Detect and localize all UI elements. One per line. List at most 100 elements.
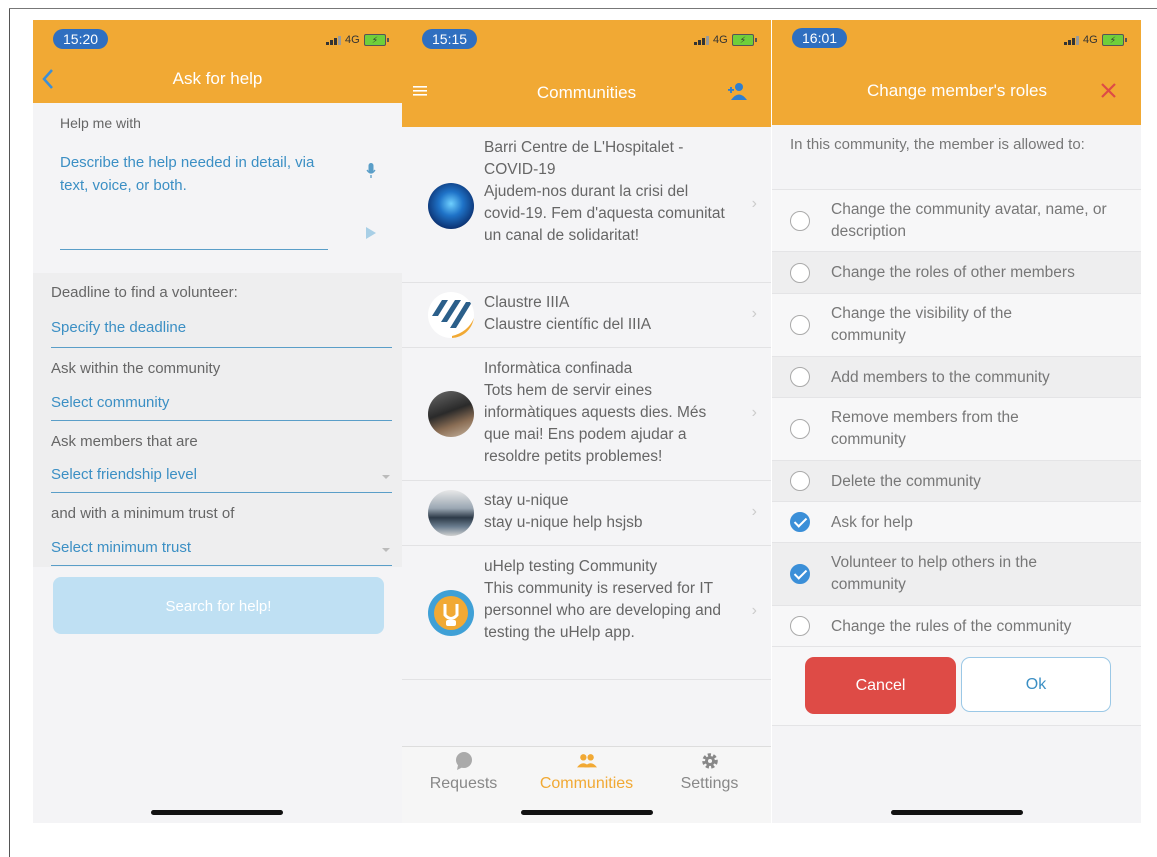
signal-icon — [694, 35, 709, 45]
role-option[interactable]: Delete the community — [772, 460, 1141, 502]
network-label: 4G — [713, 34, 728, 46]
status-time: 15:20 — [53, 29, 109, 49]
community-name: stay u-nique — [484, 492, 569, 509]
community-name: Barri Centre de L'Hospitalet - COVID-19 — [484, 139, 684, 178]
community-avatar — [428, 292, 474, 338]
search-for-help-button[interactable]: Search for help! — [53, 577, 384, 634]
add-user-icon[interactable] — [728, 82, 748, 100]
radio-unchecked[interactable] — [790, 263, 810, 283]
frame-border-left — [9, 8, 10, 857]
role-option[interactable]: Volunteer to help others in the communit… — [772, 542, 1141, 606]
community-item[interactable]: Informàtica confinada Tots hem de servir… — [402, 348, 771, 481]
frame-border-top — [9, 8, 1157, 9]
role-label: Delete the community — [831, 473, 981, 490]
help-underline — [60, 249, 328, 250]
help-label: Help me with — [60, 115, 141, 131]
community-description: stay u-nique help hsjsb — [484, 514, 643, 531]
role-option[interactable]: Change the visibility of the community — [772, 293, 1141, 357]
signal-icon — [1064, 35, 1079, 45]
chevron-down-icon[interactable] — [382, 475, 390, 479]
community-item[interactable]: stay u-nique stay u-nique help hsjsb › — [402, 481, 771, 546]
role-option[interactable]: Change the roles of other members — [772, 251, 1141, 294]
community-name: Claustre IIIA — [484, 294, 570, 311]
friendship-select[interactable]: Select friendship level — [51, 466, 197, 483]
header: 15:15 4G ⚡ Communities — [402, 20, 771, 127]
checkmark-icon[interactable] — [790, 564, 810, 584]
radio-unchecked[interactable] — [790, 471, 810, 491]
phone-change-roles: 16:01 4G ⚡ Change member's roles In this… — [772, 20, 1141, 823]
chevron-down-icon[interactable] — [382, 548, 390, 552]
radio-unchecked[interactable] — [790, 419, 810, 439]
ok-button[interactable]: Ok — [961, 657, 1111, 712]
trust-select[interactable]: Select minimum trust — [51, 539, 191, 556]
community-item[interactable]: Barri Centre de L'Hospitalet - COVID-19 … — [402, 127, 771, 283]
help-textarea[interactable]: Describe the help needed in detail, via … — [60, 151, 320, 197]
gear-icon — [701, 753, 718, 769]
chat-bubbles-icon — [455, 752, 472, 770]
community-text: Barri Centre de L'Hospitalet - COVID-19 … — [484, 137, 729, 247]
page-title: Ask for help — [172, 69, 263, 88]
battery-icon: ⚡ — [1101, 34, 1127, 46]
header: 16:01 4G ⚡ Change member's roles — [772, 20, 1141, 125]
chevron-right-icon: › — [751, 404, 757, 421]
community-description: This community is reserved for IT person… — [484, 580, 721, 641]
community-text: Claustre IIIA Claustre científic del III… — [484, 292, 729, 336]
role-option[interactable]: Add members to the community — [772, 356, 1141, 398]
friendship-underline — [51, 492, 392, 493]
battery-icon: ⚡ — [363, 34, 389, 46]
chevron-right-icon: › — [751, 602, 757, 619]
community-description: Ajudem-nos durant la crisi del covid-19.… — [484, 183, 725, 244]
battery-icon: ⚡ — [731, 34, 757, 46]
home-indicator — [521, 810, 653, 815]
radio-unchecked[interactable] — [790, 211, 810, 231]
chevron-right-icon: › — [751, 195, 757, 212]
community-select[interactable]: Select community — [51, 394, 169, 411]
radio-unchecked[interactable] — [790, 315, 810, 335]
phone-ask-for-help: 15:20 4G ⚡ Ask for help Help me with Des… — [33, 20, 402, 823]
community-avatar — [428, 391, 474, 437]
radio-unchecked[interactable] — [790, 367, 810, 387]
cancel-button[interactable]: Cancel — [805, 657, 956, 714]
community-text: Informàtica confinada Tots hem de servir… — [484, 358, 729, 468]
deadline-input[interactable]: Specify the deadline — [51, 319, 186, 336]
community-underline — [51, 420, 392, 421]
tab-requests[interactable]: Requests — [402, 747, 525, 793]
friendship-label: Ask members that are — [51, 433, 198, 450]
community-description: Tots hem de servir eines informàtiques a… — [484, 382, 707, 465]
radio-unchecked[interactable] — [790, 616, 810, 636]
people-icon — [576, 754, 597, 768]
iiia-logo-icon — [432, 300, 474, 338]
status-indicators: 4G ⚡ — [694, 34, 757, 46]
role-label: Ask for help — [831, 514, 913, 531]
community-description: Claustre científic del IIIA — [484, 316, 652, 333]
role-option[interactable]: Change the community avatar, name, or de… — [772, 189, 1141, 252]
tab-settings[interactable]: Settings — [648, 747, 771, 793]
community-item[interactable]: Claustre IIIA Claustre científic del III… — [402, 283, 771, 348]
tab-label: Communities — [539, 775, 634, 792]
network-label: 4G — [345, 34, 360, 46]
role-option[interactable]: Remove members from the community — [772, 397, 1141, 461]
checkmark-icon[interactable] — [790, 512, 810, 532]
role-option[interactable]: Change the rules of the community — [772, 605, 1141, 647]
roles-intro: In this community, the member is allowed… — [790, 136, 1085, 153]
home-indicator — [151, 810, 283, 815]
close-icon[interactable] — [1101, 83, 1116, 98]
community-avatar — [428, 590, 474, 636]
community-item[interactable]: uHelp testing Community This community i… — [402, 546, 771, 680]
role-label: Change the roles of other members — [831, 264, 1075, 281]
community-avatar — [428, 490, 474, 536]
status-indicators: 4G ⚡ — [1064, 34, 1127, 46]
community-label: Ask within the community — [51, 360, 221, 377]
tab-label: Requests — [429, 775, 498, 792]
tab-communities[interactable]: Communities — [525, 747, 648, 793]
role-label: Add members to the community — [831, 369, 1050, 386]
community-avatar — [428, 183, 474, 229]
trust-underline — [51, 565, 392, 566]
status-time: 16:01 — [792, 28, 848, 48]
microphone-icon[interactable] — [366, 163, 376, 179]
role-label: Change the rules of the community — [831, 618, 1072, 635]
send-icon[interactable] — [366, 227, 376, 239]
network-label: 4G — [1083, 34, 1098, 46]
phone-communities: 15:15 4G ⚡ Communities Barri Centre de L… — [402, 20, 771, 823]
role-option[interactable]: Ask for help — [772, 501, 1141, 543]
